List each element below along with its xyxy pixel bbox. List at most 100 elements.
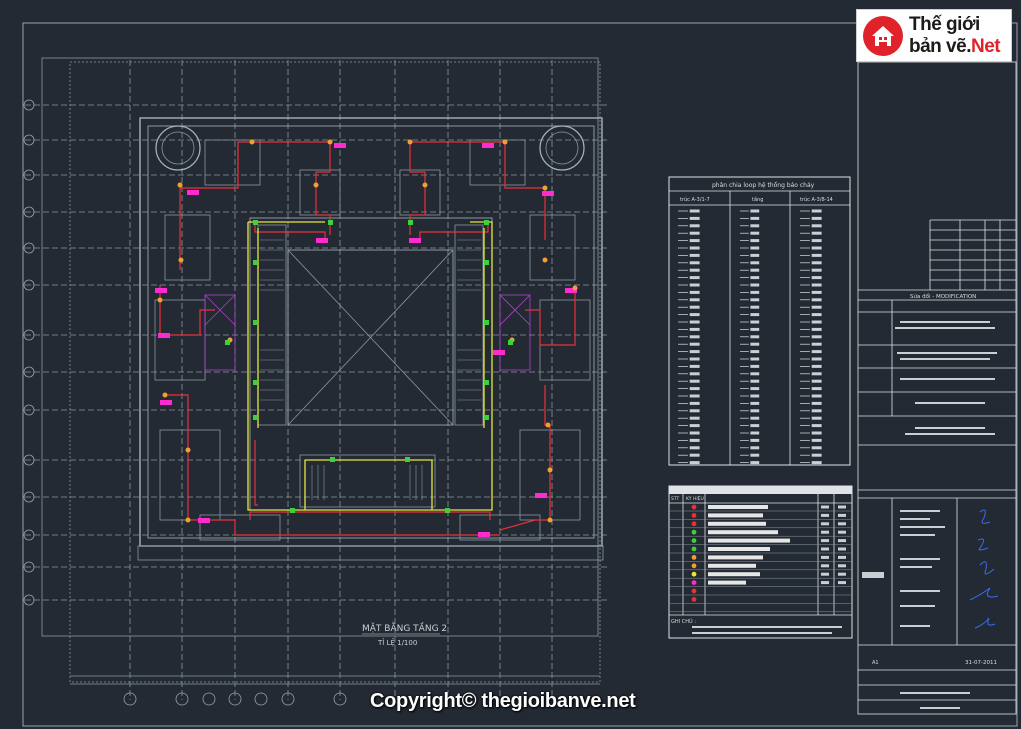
loop-row-label (750, 290, 760, 294)
legend-symbol (691, 563, 697, 569)
floor-plan (23, 57, 610, 706)
loop-row-label (811, 438, 822, 442)
legend-unit (821, 522, 829, 526)
loop-table-title: phân chia loop hệ thống báo cháy (712, 182, 815, 189)
loop-row-label (750, 409, 760, 413)
loop-row-label (750, 438, 760, 442)
loop-row-label (689, 461, 700, 465)
legend-description (708, 530, 778, 535)
legend-description (708, 555, 763, 560)
loop-row-label (689, 372, 700, 376)
loop-row-label (811, 209, 822, 213)
loop-row-label (750, 253, 760, 257)
loop-row-label (811, 320, 822, 324)
sheet-size: A1 (872, 660, 879, 666)
cad-drawing-canvas: MẶT BẰNG TẦNG 2 TỈ LỆ 1/100 phân chia lo… (22, 22, 1018, 727)
loop-row-label (689, 209, 700, 213)
loop-row-label (689, 453, 700, 457)
loop-row-label (811, 298, 822, 302)
loop-row-label (689, 320, 700, 324)
loop-row-label (689, 357, 700, 361)
legend-unit (821, 513, 829, 517)
legend-unit (821, 539, 829, 543)
legend-symbol (691, 538, 697, 543)
loop-row-label (811, 424, 822, 428)
loop-row-label (811, 357, 822, 361)
loop-row-label (689, 283, 700, 287)
legend-note: GHI CHÚ : (671, 618, 696, 625)
loop-row-label (811, 268, 822, 272)
loop-row-label (811, 305, 822, 309)
loop-row-label (811, 261, 822, 265)
legend-unit (821, 581, 829, 585)
loop-row-label (750, 298, 760, 302)
legend-unit (821, 505, 829, 509)
loop-row-label (689, 379, 700, 383)
loop-row-label (750, 431, 760, 435)
loop-row-label (689, 305, 700, 309)
loop-table: phân chia loop hệ thống báo cháy trúc A-… (668, 176, 851, 466)
loop-row-label (689, 342, 700, 346)
loop-row-label (750, 268, 760, 272)
loop-row-label (750, 350, 760, 354)
loop-table-col1: trúc A-3/1-7 (680, 196, 710, 203)
legend-description (708, 538, 790, 543)
loop-row-label (689, 416, 700, 420)
site-logo: Thế giới bản vẽ.Net (856, 9, 1012, 62)
legend-description (708, 572, 760, 577)
legend-symbol (691, 571, 697, 577)
smoke-detectors (157, 139, 578, 523)
legend-description (708, 521, 766, 526)
loop-row-label (689, 261, 700, 265)
loop-row-label (689, 239, 700, 243)
loop-row-label (689, 313, 700, 317)
loop-table-col3: trúc A-3/8-14 (800, 196, 833, 203)
loop-row-label (689, 409, 700, 413)
loop-row-label (750, 246, 760, 250)
loop-row-label (750, 387, 760, 391)
loop-row-label (811, 364, 822, 368)
loop-row-label (750, 364, 760, 368)
loop-row-label (689, 216, 700, 220)
plan-scale: TỈ LỆ 1/100 (377, 638, 417, 647)
loop-row-label (689, 298, 700, 302)
loop-row-label (750, 313, 760, 317)
loop-row-label (750, 357, 760, 361)
loop-row-label (811, 335, 822, 339)
loop-row-label (689, 327, 700, 331)
loop-row-label (811, 224, 822, 228)
loop-row-label (750, 461, 760, 465)
loop-row-label (811, 431, 822, 435)
loop-row-label (750, 335, 760, 339)
drawing-date: 31-07-2011 (965, 660, 997, 666)
loop-row-label (811, 246, 822, 250)
loop-row-label (811, 379, 822, 383)
legend-unit (821, 555, 829, 559)
loop-row-label (811, 416, 822, 420)
loop-row-label (750, 305, 760, 309)
legend-description (708, 563, 756, 568)
loop-row-label (811, 216, 822, 220)
loop-row-label (750, 453, 760, 457)
loop-row-label (750, 401, 760, 405)
loop-row-label (811, 453, 822, 457)
loop-row-label (811, 239, 822, 243)
loop-row-label (689, 276, 700, 280)
legend-col-stt: STT (671, 496, 680, 502)
loop-row-label (750, 209, 760, 213)
signatures (969, 509, 999, 629)
loop-row-label (750, 224, 760, 228)
copyright-watermark: Copyright© thegioibanve.net (370, 690, 636, 712)
logo-text-line1: Thế giới (909, 14, 980, 35)
legend-symbol (691, 597, 697, 602)
loop-row-label (750, 424, 760, 428)
legend-description (708, 513, 763, 518)
loop-row-label (811, 401, 822, 405)
loop-table-col2: tầng (752, 195, 763, 203)
legend-description (708, 547, 770, 551)
legend-unit (821, 564, 829, 568)
legend-symbol (691, 529, 697, 535)
loop-row-label (689, 394, 700, 398)
legend-symbol (691, 521, 697, 527)
legend-symbol (691, 555, 697, 560)
